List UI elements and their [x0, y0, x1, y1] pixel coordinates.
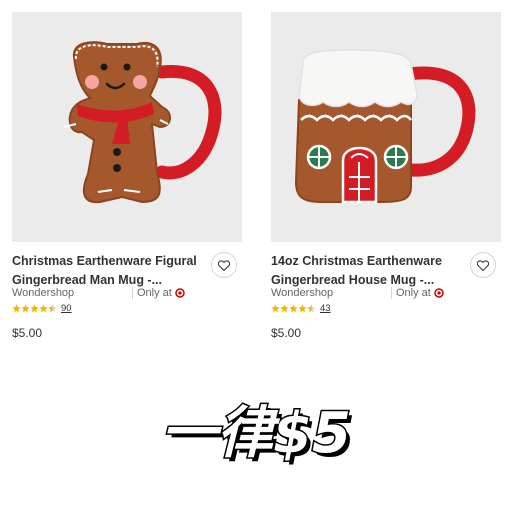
availability-text: Only at [137, 287, 172, 299]
product-image[interactable] [12, 12, 242, 242]
rating[interactable]: 90 [12, 303, 72, 314]
only-at-badge: Only at [391, 287, 444, 299]
brand-link[interactable]: Wondershop [12, 287, 74, 299]
heart-icon [477, 259, 489, 271]
headline-text: 一律$5 [161, 401, 351, 466]
product-image[interactable] [271, 12, 501, 242]
star-rating-icon [271, 304, 316, 313]
star-rating-icon [12, 304, 57, 313]
only-at-badge: Only at [132, 287, 185, 299]
product-card[interactable]: 14oz Christmas Earthenware Gingerbread H… [271, 12, 501, 340]
favorite-button[interactable] [470, 252, 496, 278]
review-count[interactable]: 90 [61, 303, 72, 314]
product-title-line1: Christmas Earthenware Figural [12, 254, 197, 268]
product-title[interactable]: 14oz Christmas Earthenware Gingerbread H… [271, 252, 467, 290]
gingerbread-man-mug-image [63, 41, 222, 204]
product-card[interactable]: Christmas Earthenware Figural Gingerbrea… [12, 12, 242, 340]
product-price: $5.00 [12, 326, 43, 340]
product-price: $5.00 [271, 326, 302, 340]
availability-text: Only at [396, 287, 431, 299]
target-logo-icon [434, 288, 444, 298]
headline-text-graphic: 一律$5 一律$5 [160, 400, 355, 471]
gingerbread-house-mug-image [294, 49, 476, 204]
product-title-line1: 14oz Christmas Earthenware [271, 254, 442, 268]
target-logo-icon [175, 288, 185, 298]
favorite-button[interactable] [211, 252, 237, 278]
brand-link[interactable]: Wondershop [271, 287, 333, 299]
product-title[interactable]: Christmas Earthenware Figural Gingerbrea… [12, 252, 208, 290]
heart-icon [218, 259, 230, 271]
promo-headline: 一律$5 一律$5 [0, 380, 512, 480]
rating[interactable]: 43 [271, 303, 331, 314]
review-count[interactable]: 43 [320, 303, 331, 314]
